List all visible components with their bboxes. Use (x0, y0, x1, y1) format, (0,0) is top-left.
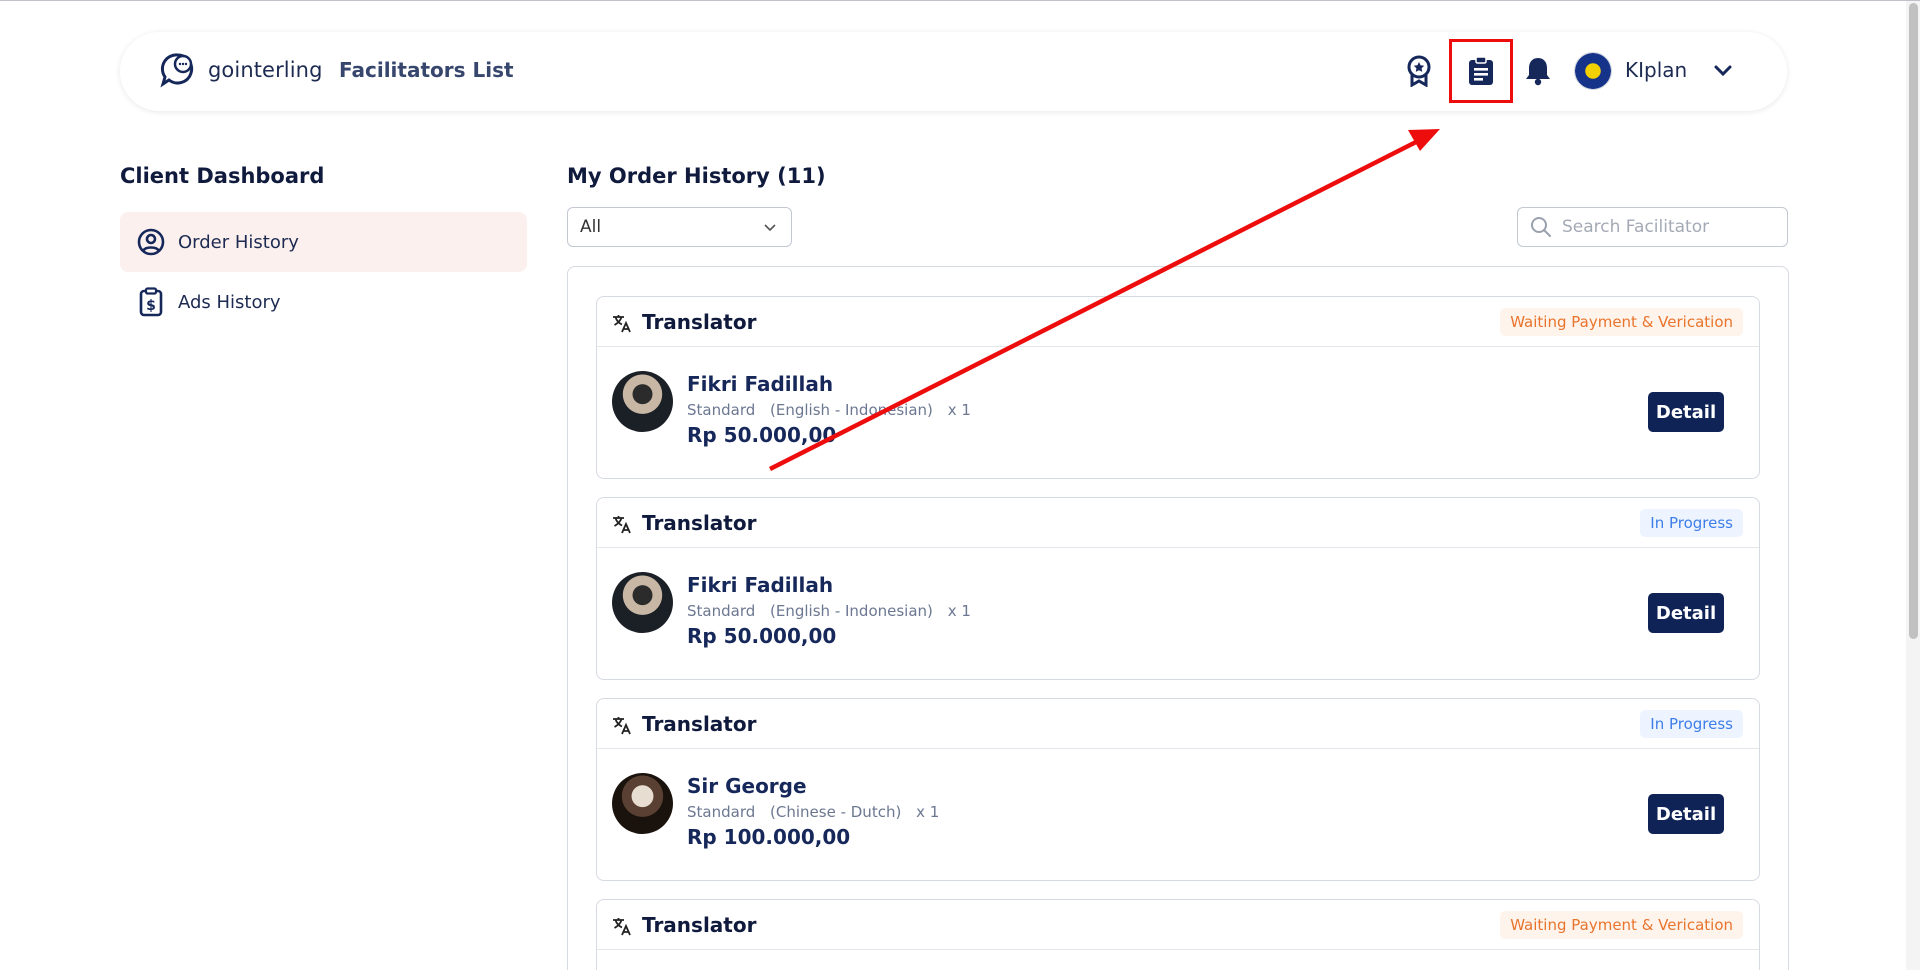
order-card: Translator Waiting Payment & Verication … (596, 296, 1760, 479)
facilitator-avatar (612, 371, 673, 432)
user-circle-icon (136, 227, 166, 257)
order-card: Translator In Progress Sir George Standa… (596, 698, 1760, 881)
service-name: Translator (642, 712, 757, 736)
gointerling-logo-icon[interactable] (158, 51, 198, 91)
order-card: Translator Waiting Payment & Verication (596, 899, 1760, 970)
nav-facilitators-list[interactable]: Facilitators List (339, 58, 514, 82)
status-badge: In Progress (1640, 710, 1743, 738)
organization-avatar[interactable] (1574, 52, 1612, 90)
facilitator-name: Fikri Fadillah (687, 573, 834, 597)
translate-icon (613, 516, 631, 534)
search-input[interactable] (1562, 217, 1782, 237)
award-icon[interactable] (1403, 55, 1435, 87)
order-list-icon[interactable] (1465, 55, 1497, 87)
service-name: Translator (642, 913, 757, 937)
language-pair: (English - Indonesian) (770, 401, 933, 419)
quantity: x 1 (947, 401, 971, 419)
filter-selected-value: All (580, 217, 602, 237)
translate-icon (613, 918, 631, 936)
svg-text:$: $ (146, 298, 156, 314)
sidebar-item-ads-history[interactable]: $ Ads History (120, 272, 527, 332)
service-name: Translator (642, 310, 757, 334)
search-icon (1531, 217, 1551, 237)
status-badge: Waiting Payment & Verication (1500, 308, 1743, 336)
sidebar-item-label: Order History (178, 231, 299, 253)
quantity: x 1 (947, 602, 971, 620)
order-card-header: Translator In Progress (597, 699, 1759, 749)
status-badge: Waiting Payment & Verication (1500, 911, 1743, 939)
status-badge: In Progress (1640, 509, 1743, 537)
sidebar-title: Client Dashboard (120, 164, 325, 188)
status-filter-select[interactable]: All (567, 207, 792, 247)
detail-button[interactable]: Detail (1648, 392, 1724, 432)
order-price: Rp 100.000,00 (687, 825, 851, 849)
package-info: Standard (English - Indonesian) x 1 (687, 602, 981, 620)
translate-icon (613, 315, 631, 333)
sidebar-item-label: Ads History (178, 291, 281, 313)
language-pair: (Chinese - Dutch) (770, 803, 902, 821)
detail-button[interactable]: Detail (1648, 794, 1724, 834)
chevron-down-icon (764, 224, 776, 232)
translate-icon (613, 717, 631, 735)
facilitator-avatar (612, 572, 673, 633)
package-info: Standard (English - Indonesian) x 1 (687, 401, 981, 419)
page-title: My Order History (11) (567, 164, 826, 188)
facilitator-name: Fikri Fadillah (687, 372, 834, 396)
language-pair: (English - Indonesian) (770, 602, 933, 620)
scrollbar-thumb[interactable] (1909, 3, 1918, 639)
package-name: Standard (687, 803, 756, 821)
sidebar-item-order-history[interactable]: Order History (120, 212, 527, 272)
order-card: Translator In Progress Fikri Fadillah St… (596, 497, 1760, 680)
package-info: Standard (Chinese - Dutch) x 1 (687, 803, 949, 821)
order-card-header: Translator Waiting Payment & Verication (597, 900, 1759, 950)
brand-name[interactable]: gointerling (208, 58, 323, 82)
chevron-down-icon[interactable] (1710, 58, 1736, 84)
bell-icon[interactable] (1522, 55, 1554, 87)
detail-button[interactable]: Detail (1648, 593, 1724, 633)
order-card-header: Translator In Progress (597, 498, 1759, 548)
facilitator-name: Sir George (687, 774, 807, 798)
search-box[interactable] (1517, 207, 1788, 247)
order-price: Rp 50.000,00 (687, 624, 837, 648)
quantity: x 1 (916, 803, 940, 821)
facilitator-avatar (612, 773, 673, 834)
service-name: Translator (642, 511, 757, 535)
dollar-clipboard-icon: $ (136, 287, 166, 317)
top-navbar: gointerling Facilitators List KIplan (120, 32, 1787, 111)
order-price: Rp 50.000,00 (687, 423, 837, 447)
package-name: Standard (687, 401, 756, 419)
order-card-header: Translator Waiting Payment & Verication (597, 297, 1759, 347)
user-name[interactable]: KIplan (1625, 58, 1687, 82)
page: gointerling Facilitators List KIplan Cli… (0, 0, 1920, 970)
package-name: Standard (687, 602, 756, 620)
